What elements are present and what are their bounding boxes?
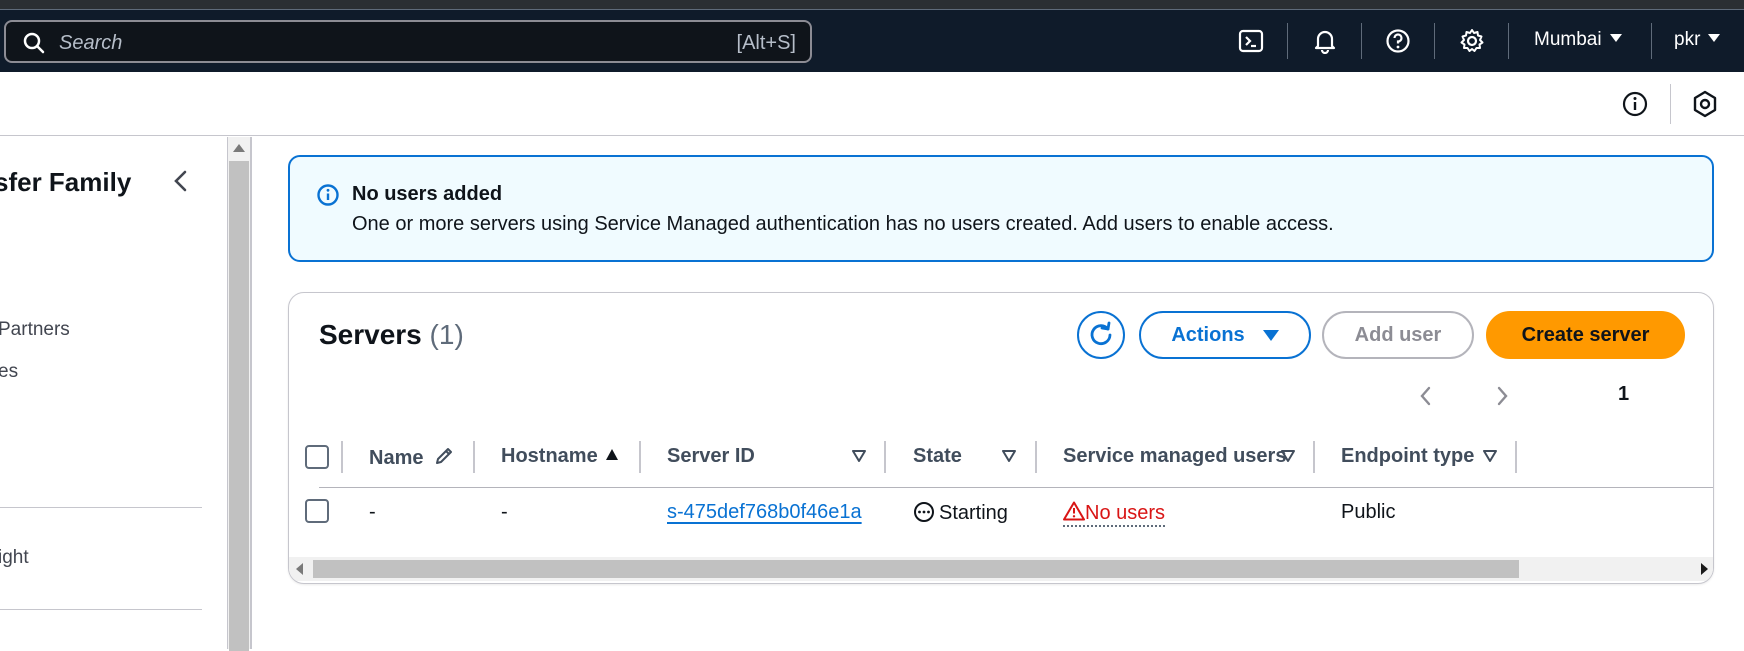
cell-name: - xyxy=(369,501,376,523)
utility-bar xyxy=(0,72,1744,136)
select-all-checkbox[interactable] xyxy=(305,445,329,469)
column-header-server-id[interactable]: Server ID xyxy=(667,445,755,468)
account-menu[interactable]: pkr xyxy=(1674,29,1721,51)
cloudshell-icon[interactable] xyxy=(1237,27,1265,55)
scroll-right-arrow-icon[interactable] xyxy=(1701,563,1708,575)
search-input[interactable]: Search [Alt+S] xyxy=(4,20,812,63)
row-select-checkbox[interactable] xyxy=(305,499,329,523)
edit-pencil-icon xyxy=(436,448,453,464)
info-alert: No users added One or more servers using… xyxy=(288,155,1714,262)
sidebar-divider xyxy=(0,507,202,508)
server-id-link[interactable]: s-475def768b0f46e1a xyxy=(667,501,862,524)
column-divider xyxy=(473,441,475,473)
column-header-name[interactable]: Name xyxy=(369,445,455,470)
scrollbar-thumb[interactable] xyxy=(313,560,1519,578)
browser-top-strip xyxy=(0,0,1744,10)
utility-divider xyxy=(1670,84,1671,124)
content-divider xyxy=(250,137,252,649)
column-divider xyxy=(1035,441,1037,473)
scrollbar-thumb[interactable] xyxy=(229,161,249,651)
toolbar-divider xyxy=(1508,23,1509,59)
pagination-previous-icon[interactable] xyxy=(1415,383,1437,409)
cell-endpoint-type: Public xyxy=(1341,501,1396,523)
column-header-state[interactable]: State xyxy=(913,445,962,468)
sort-descending-icon[interactable] xyxy=(852,449,866,463)
column-divider xyxy=(1515,441,1517,473)
pagination-page-number[interactable]: 1 xyxy=(1618,383,1629,406)
region-selector[interactable]: Mumbai xyxy=(1534,29,1622,51)
status-pending-icon xyxy=(914,502,934,522)
sidebar-scrollbar[interactable] xyxy=(228,137,250,651)
add-user-button[interactable]: Add user xyxy=(1322,311,1474,359)
scroll-left-arrow-icon[interactable] xyxy=(296,563,303,575)
top-navigation-bar: Search [Alt+S] Mumbai pkr xyxy=(0,10,1744,72)
info-icon xyxy=(317,184,339,206)
alert-message: One or more servers using Service Manage… xyxy=(352,213,1334,235)
header-divider xyxy=(319,487,1713,488)
servers-heading: Servers (1) xyxy=(319,319,464,351)
cell-state: Starting xyxy=(913,501,1008,525)
sidebar-item-partners[interactable]: Partners xyxy=(0,319,70,341)
scroll-up-arrow-icon[interactable] xyxy=(233,144,245,152)
search-shortcut: [Alt+S] xyxy=(736,32,796,54)
refresh-button[interactable] xyxy=(1077,311,1125,359)
toolbar-divider xyxy=(1287,23,1288,59)
account-label: pkr xyxy=(1674,29,1701,50)
caret-down-icon xyxy=(1609,34,1622,42)
side-navigation: sfer Family Partners es ight xyxy=(0,137,228,649)
caret-down-icon xyxy=(1262,329,1279,341)
cell-service-managed-users[interactable]: No users xyxy=(1063,501,1166,527)
sidebar-divider xyxy=(0,609,202,610)
actions-dropdown-button[interactable]: Actions xyxy=(1139,311,1311,359)
caret-down-icon xyxy=(1708,34,1721,42)
column-header-hostname[interactable]: Hostname xyxy=(501,445,598,468)
info-circle-icon[interactable] xyxy=(1620,89,1650,119)
cell-hostname: - xyxy=(501,501,508,523)
create-server-label: Create server xyxy=(1521,323,1650,346)
create-server-button[interactable]: Create server xyxy=(1486,311,1685,359)
sort-descending-icon[interactable] xyxy=(1002,449,1016,463)
sidebar-item-profiles[interactable]: es xyxy=(0,361,18,383)
pagination-next-icon[interactable] xyxy=(1491,383,1513,409)
sort-descending-icon[interactable] xyxy=(1483,449,1497,463)
column-divider xyxy=(341,441,343,473)
column-header-service-managed-users[interactable]: Service managed users xyxy=(1063,445,1286,468)
column-divider xyxy=(639,441,641,473)
servers-count: (1) xyxy=(429,319,464,350)
search-placeholder: Search xyxy=(59,32,123,54)
alert-title: No users added xyxy=(352,183,503,205)
sidebar-item-insight[interactable]: ight xyxy=(0,547,29,569)
servers-table-container: Servers (1) Actions Add user Create serv… xyxy=(288,292,1714,584)
table-horizontal-scrollbar[interactable] xyxy=(289,557,1713,581)
column-name-label: Name xyxy=(369,447,424,469)
sort-descending-icon[interactable] xyxy=(1281,449,1295,463)
column-divider xyxy=(884,441,886,473)
toolbar-divider xyxy=(1651,23,1652,59)
no-users-warning[interactable]: No users xyxy=(1063,501,1166,527)
region-label: Mumbai xyxy=(1534,29,1602,50)
toolbar-divider xyxy=(1434,23,1435,59)
help-icon[interactable] xyxy=(1384,27,1412,55)
servers-title: Servers xyxy=(319,319,422,350)
no-users-label: No users xyxy=(1085,502,1166,524)
search-icon xyxy=(23,32,45,54)
toolbar-divider xyxy=(1361,23,1362,59)
notifications-bell-icon[interactable] xyxy=(1311,27,1339,55)
state-label: Starting xyxy=(939,502,1008,524)
add-user-label: Add user xyxy=(1354,323,1442,346)
table-header-row: Name Hostname Server ID State Service ma… xyxy=(289,433,1713,481)
collapse-sidebar-chevron-icon[interactable] xyxy=(170,167,192,195)
table-row: - - s-475def768b0f46e1a Starting No user… xyxy=(289,489,1713,537)
refresh-icon xyxy=(1090,321,1112,346)
actions-label: Actions xyxy=(1171,323,1245,346)
sidebar-title: sfer Family xyxy=(0,167,132,197)
warning-triangle-icon xyxy=(1063,501,1085,521)
column-divider xyxy=(1313,441,1315,473)
column-header-endpoint-type[interactable]: Endpoint type xyxy=(1341,445,1474,468)
settings-gear-icon[interactable] xyxy=(1458,27,1486,55)
sort-ascending-icon[interactable] xyxy=(605,448,619,462)
hexagon-settings-icon[interactable] xyxy=(1690,89,1720,119)
